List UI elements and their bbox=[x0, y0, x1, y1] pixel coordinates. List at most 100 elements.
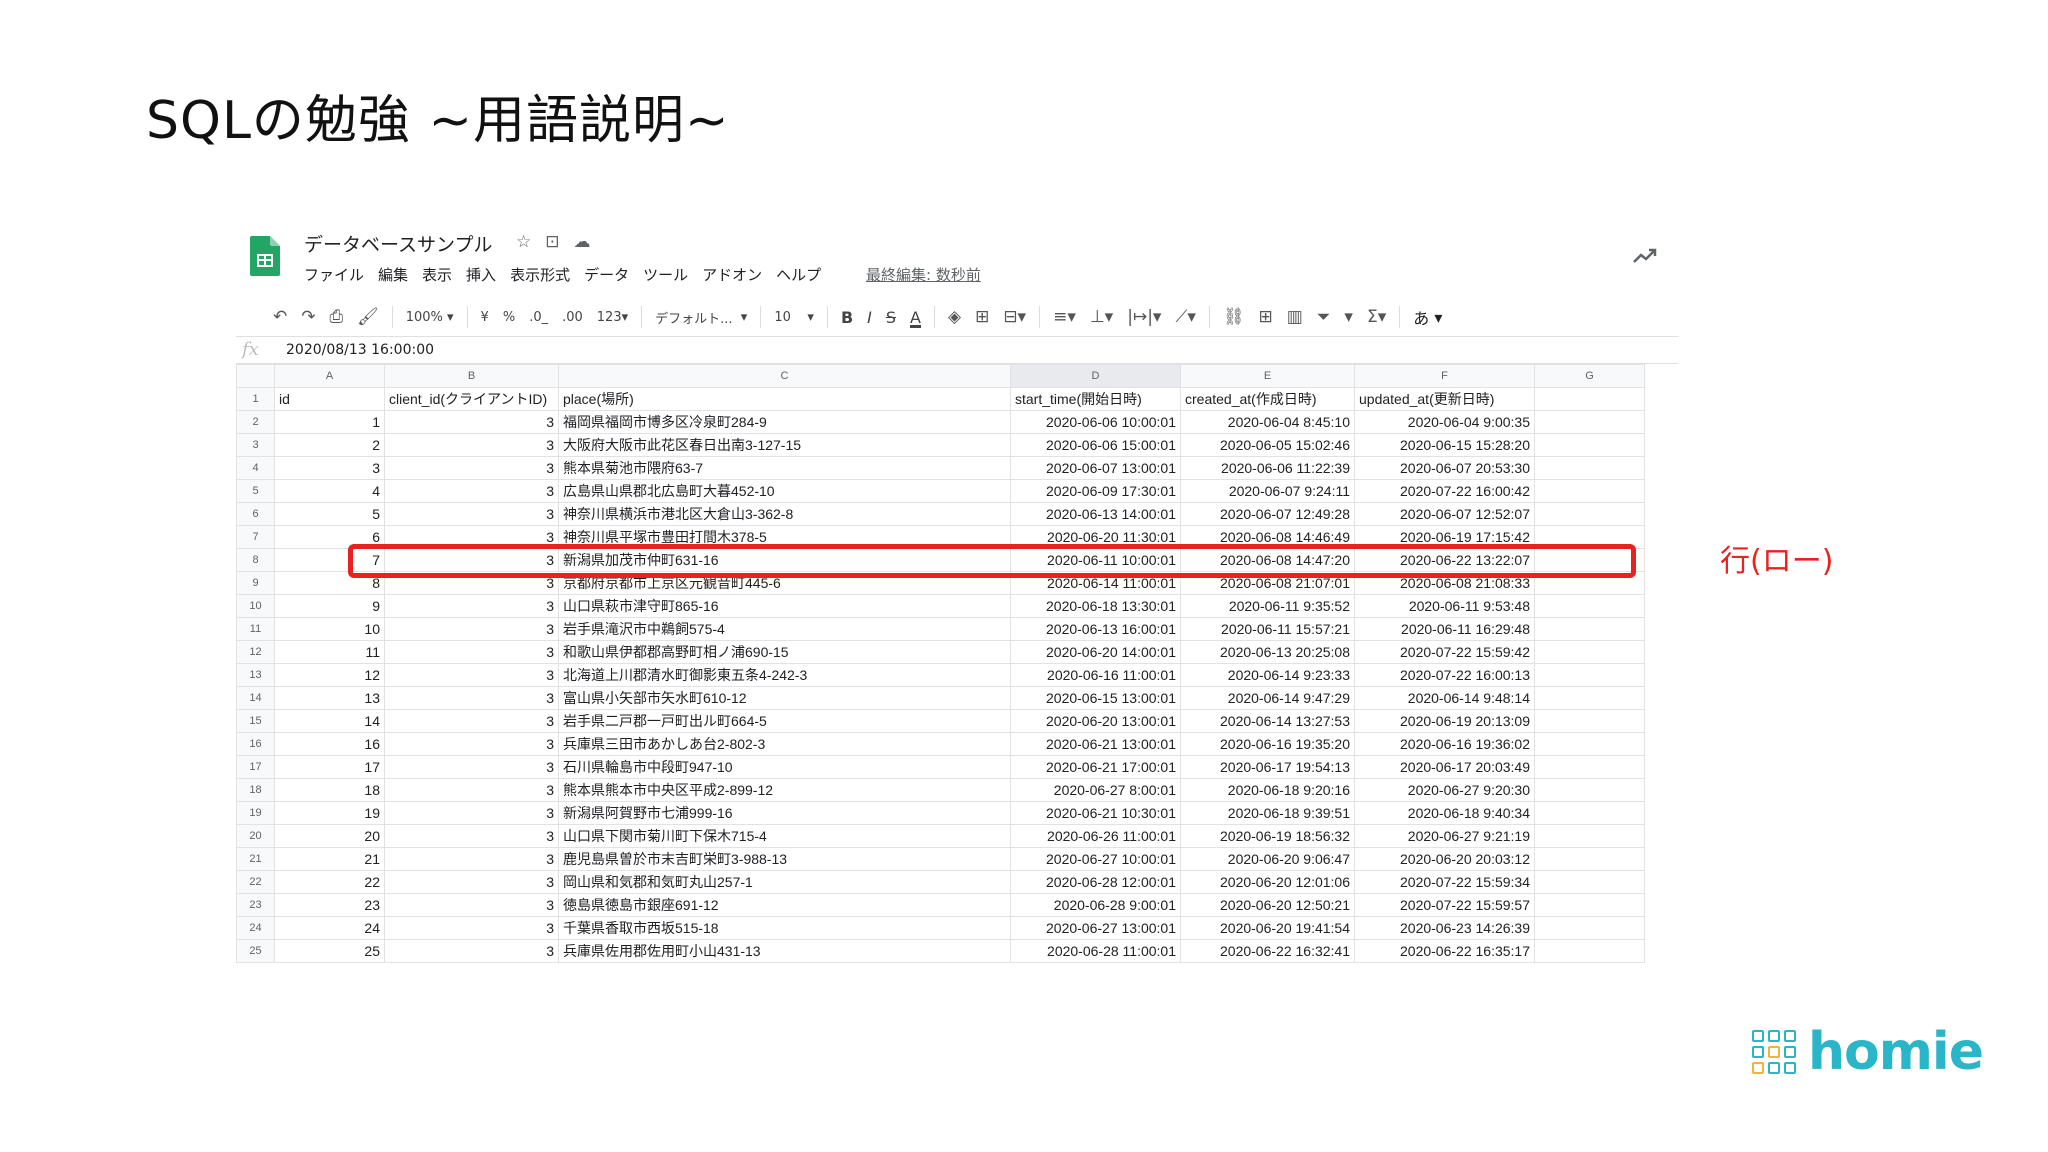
table-cell[interactable]: 22 bbox=[274, 870, 385, 894]
table-cell[interactable]: 2020-06-20 12:01:06 bbox=[1180, 870, 1355, 894]
zoom-select[interactable]: 100% ▾ bbox=[399, 302, 461, 332]
row-number[interactable]: 3 bbox=[236, 433, 275, 457]
row-number[interactable]: 16 bbox=[236, 732, 275, 756]
row-number[interactable]: 1 bbox=[236, 387, 275, 411]
functions-icon[interactable]: Σ▾ bbox=[1360, 302, 1393, 332]
table-cell[interactable]: 2020-06-20 12:50:21 bbox=[1180, 893, 1355, 917]
menu-insert[interactable]: 挿入 bbox=[466, 264, 496, 285]
table-cell[interactable]: 富山県小矢部市矢水町610-12 bbox=[558, 686, 1011, 710]
table-cell[interactable]: 岡山県和気郡和気町丸山257-1 bbox=[558, 870, 1011, 894]
filter-views-icon[interactable]: ▾ bbox=[1337, 302, 1360, 332]
table-cell[interactable]: 2020-06-14 9:48:14 bbox=[1354, 686, 1535, 710]
menu-help[interactable]: ヘルプ bbox=[776, 264, 821, 285]
table-cell[interactable]: 2020-06-18 9:20:16 bbox=[1180, 778, 1355, 802]
table-cell[interactable]: 2020-07-22 15:59:57 bbox=[1354, 893, 1535, 917]
table-cell[interactable]: 2020-06-27 9:20:30 bbox=[1354, 778, 1535, 802]
insert-comment-icon[interactable]: ⊞ bbox=[1251, 302, 1279, 332]
increase-decimal-button[interactable]: .00 bbox=[555, 302, 590, 332]
table-cell[interactable]: 4 bbox=[274, 479, 385, 503]
table-cell[interactable]: 兵庫県佐用郡佐用町小山431-13 bbox=[558, 939, 1011, 963]
last-edit-link[interactable]: 最終編集: 数秒前 bbox=[866, 264, 981, 285]
table-cell[interactable]: 2020-06-17 20:03:49 bbox=[1354, 755, 1535, 779]
column-header-e[interactable]: E bbox=[1180, 364, 1355, 388]
table-cell[interactable]: 2020-07-22 16:00:42 bbox=[1354, 479, 1535, 503]
table-cell[interactable]: 20 bbox=[274, 824, 385, 848]
table-cell[interactable]: 2020-06-05 15:02:46 bbox=[1180, 433, 1355, 457]
number-format-select[interactable]: 123 ▾ bbox=[590, 302, 635, 332]
table-cell[interactable]: 3 bbox=[384, 801, 559, 825]
fill-color-icon[interactable]: ◈ bbox=[941, 302, 968, 332]
decrease-decimal-button[interactable]: .0_ bbox=[522, 302, 555, 332]
table-cell[interactable]: 16 bbox=[274, 732, 385, 756]
row-number[interactable]: 25 bbox=[236, 939, 275, 963]
table-cell[interactable]: 2020-06-14 9:47:29 bbox=[1180, 686, 1355, 710]
table-cell[interactable]: 2020-06-15 13:00:01 bbox=[1010, 686, 1181, 710]
table-cell[interactable] bbox=[1534, 617, 1645, 641]
table-cell[interactable] bbox=[1534, 847, 1645, 871]
row-number[interactable]: 17 bbox=[236, 755, 275, 779]
percent-button[interactable]: % bbox=[496, 302, 522, 332]
table-cell[interactable] bbox=[1534, 709, 1645, 733]
table-cell[interactable]: 2020-06-13 20:25:08 bbox=[1180, 640, 1355, 664]
table-cell[interactable]: 2020-06-18 9:39:51 bbox=[1180, 801, 1355, 825]
table-cell[interactable]: 21 bbox=[274, 847, 385, 871]
table-cell[interactable] bbox=[1534, 755, 1645, 779]
table-cell[interactable]: 広島県山県郡北広島町大暮452-10 bbox=[558, 479, 1011, 503]
redo-icon[interactable]: ↷ bbox=[294, 302, 322, 332]
table-cell[interactable]: 1 bbox=[274, 410, 385, 434]
table-cell[interactable]: 2020-07-22 15:59:42 bbox=[1354, 640, 1535, 664]
row-number[interactable]: 14 bbox=[236, 686, 275, 710]
table-cell[interactable]: 3 bbox=[384, 709, 559, 733]
table-cell[interactable]: 3 bbox=[384, 893, 559, 917]
table-cell[interactable]: 石川県輪島市中段町947-10 bbox=[558, 755, 1011, 779]
cloud-status-icon[interactable]: ☁ bbox=[574, 232, 591, 252]
table-cell[interactable]: 2020-06-27 10:00:01 bbox=[1010, 847, 1181, 871]
table-cell[interactable] bbox=[1534, 916, 1645, 940]
input-tools-button[interactable]: あ ▾ bbox=[1406, 302, 1449, 332]
table-cell[interactable]: 2020-06-17 19:54:13 bbox=[1180, 755, 1355, 779]
print-icon[interactable]: ⎙ bbox=[323, 302, 351, 332]
menu-view[interactable]: 表示 bbox=[422, 264, 452, 285]
table-cell[interactable]: 3 bbox=[384, 732, 559, 756]
currency-button[interactable]: ¥ bbox=[474, 302, 496, 332]
row-number[interactable]: 4 bbox=[236, 456, 275, 480]
table-cell[interactable]: 徳島県徳島市銀座691-12 bbox=[558, 893, 1011, 917]
row-number[interactable]: 12 bbox=[236, 640, 275, 664]
table-cell[interactable] bbox=[1534, 686, 1645, 710]
table-cell[interactable]: 2020-06-09 17:30:01 bbox=[1010, 479, 1181, 503]
table-cell[interactable] bbox=[1534, 893, 1645, 917]
table-cell[interactable]: 千葉県香取市西坂515-18 bbox=[558, 916, 1011, 940]
table-cell[interactable]: 3 bbox=[384, 594, 559, 618]
table-cell[interactable]: 鹿児島県曽於市末吉町栄町3-988-13 bbox=[558, 847, 1011, 871]
table-cell[interactable]: 2020-06-16 19:36:02 bbox=[1354, 732, 1535, 756]
table-cell[interactable]: 2020-06-11 16:29:48 bbox=[1354, 617, 1535, 641]
table-cell[interactable]: 2020-06-07 12:52:07 bbox=[1354, 502, 1535, 526]
row-number[interactable]: 19 bbox=[236, 801, 275, 825]
table-cell[interactable]: 2020-06-07 9:24:11 bbox=[1180, 479, 1355, 503]
table-cell[interactable] bbox=[1534, 870, 1645, 894]
table-cell[interactable]: 熊本県菊池市隈府63-7 bbox=[558, 456, 1011, 480]
table-cell[interactable]: 2020-06-21 17:00:01 bbox=[1010, 755, 1181, 779]
table-cell[interactable]: 2020-06-13 14:00:01 bbox=[1010, 502, 1181, 526]
table-cell[interactable]: 2020-06-07 13:00:01 bbox=[1010, 456, 1181, 480]
vertical-align-icon[interactable]: ⊥▾ bbox=[1083, 302, 1120, 332]
table-cell[interactable]: 3 bbox=[384, 939, 559, 963]
table-cell[interactable]: 新潟県阿賀野市七浦999-16 bbox=[558, 801, 1011, 825]
row-number[interactable]: 6 bbox=[236, 502, 275, 526]
row-number[interactable]: 21 bbox=[236, 847, 275, 871]
table-cell[interactable] bbox=[1534, 479, 1645, 503]
row-number[interactable]: 2 bbox=[236, 410, 275, 434]
table-cell[interactable]: id bbox=[274, 387, 385, 411]
row-number[interactable]: 7 bbox=[236, 525, 275, 549]
table-cell[interactable]: 3 bbox=[384, 824, 559, 848]
table-cell[interactable]: 17 bbox=[274, 755, 385, 779]
insert-link-icon[interactable]: ⛓ bbox=[1216, 302, 1252, 332]
table-cell[interactable]: 2020-06-28 12:00:01 bbox=[1010, 870, 1181, 894]
table-cell[interactable]: 2020-06-16 19:35:20 bbox=[1180, 732, 1355, 756]
table-cell[interactable]: 3 bbox=[384, 778, 559, 802]
table-cell[interactable]: 岩手県二戸郡一戸町出ル町664-5 bbox=[558, 709, 1011, 733]
table-cell[interactable]: 3 bbox=[384, 456, 559, 480]
table-cell[interactable] bbox=[1534, 732, 1645, 756]
menu-data[interactable]: データ bbox=[584, 264, 629, 285]
table-cell[interactable]: 2020-06-07 20:53:30 bbox=[1354, 456, 1535, 480]
